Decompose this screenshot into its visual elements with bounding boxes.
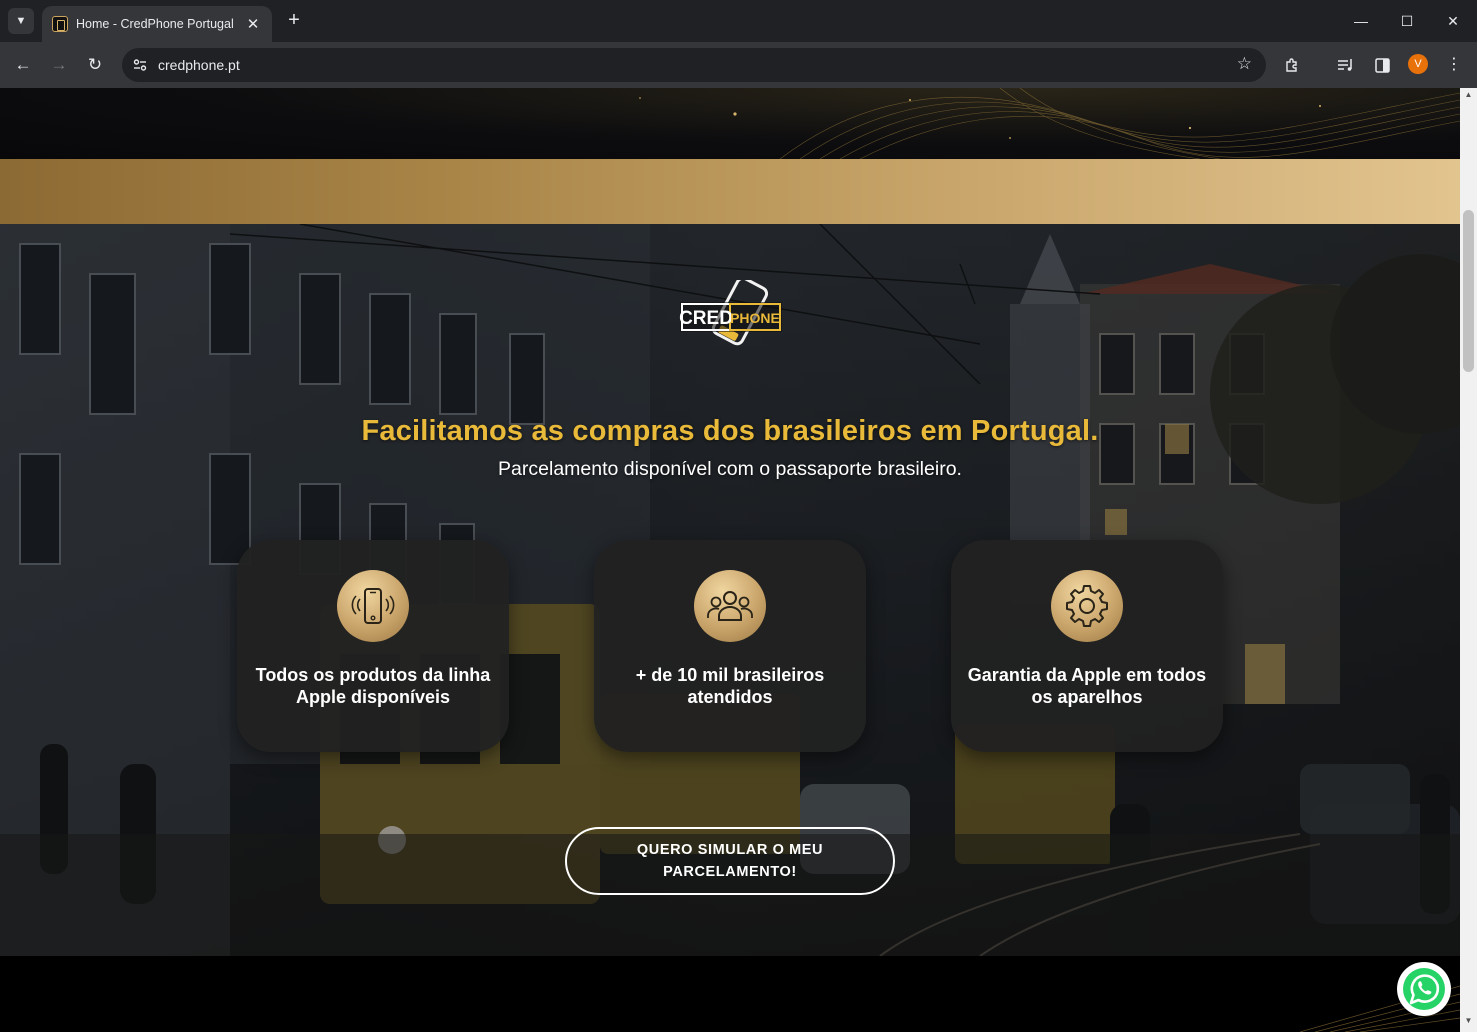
back-button[interactable]: ← (9, 51, 37, 79)
chevron-down-icon: ▼ (15, 15, 27, 27)
browser-tab-bar: ▼ Home - CredPhone Portugal ✕ + — ☐ ✕ (0, 0, 1477, 42)
url-text: credphone.pt (158, 57, 240, 73)
site-info-button[interactable] (130, 55, 150, 75)
users-group-icon (707, 591, 753, 621)
minimize-window-button[interactable]: — (1338, 6, 1384, 36)
forward-button[interactable]: → (45, 51, 73, 79)
feature-icon-badge (694, 570, 766, 642)
feature-card-apple-products: Todos os produtos da linha Apple disponí… (237, 540, 509, 752)
browser-toolbar: ← → ↻ credphone.pt ☆ V ⋮ (0, 42, 1477, 88)
browser-menu-button[interactable]: ⋮ (1442, 53, 1466, 77)
tab-title: Home - CredPhone Portugal (76, 17, 234, 31)
credphone-logo-icon: CRED PHONE (679, 276, 782, 346)
logo-cred-text: CRED (679, 308, 733, 329)
media-queue-icon (1338, 59, 1352, 71)
page-scrollbar[interactable]: ▲ ▼ (1460, 88, 1477, 1032)
golden-wave-decoration (639, 88, 1460, 159)
side-panel-button[interactable] (1370, 53, 1394, 77)
feature-icon-badge (337, 570, 409, 642)
reload-icon: ↻ (87, 55, 103, 74)
smartphone-icon (351, 588, 395, 624)
close-window-button[interactable]: ✕ (1430, 6, 1476, 36)
kebab-menu-icon: ⋮ (1446, 56, 1462, 73)
credphone-logo[interactable]: CRED PHONE (678, 276, 784, 358)
logo-phone-text: PHONE (730, 310, 780, 326)
extensions-button[interactable] (1280, 53, 1304, 77)
arrow-right-icon: → (50, 55, 68, 74)
feature-icon-badge (1051, 570, 1123, 642)
cta-label: QUERO SIMULAR O MEU PARCELAMENTO! (636, 842, 824, 880)
page-viewport: CRED PHONE Facilitamos as compras dos br… (0, 88, 1460, 1032)
hero-headline: Facilitamos as compras dos brasileiros e… (361, 415, 1099, 447)
close-tab-button[interactable]: ✕ (244, 15, 262, 33)
golden-lines-decoration (1299, 985, 1460, 1032)
whatsapp-chat-button[interactable] (1397, 962, 1451, 1016)
credphone-favicon-icon (52, 16, 68, 32)
feature-text: + de 10 mil brasileiros atendidos (635, 665, 825, 707)
side-panel-icon (1374, 57, 1390, 73)
profile-avatar[interactable]: V (1408, 54, 1428, 74)
tab-search-button[interactable]: ▼ (8, 8, 34, 34)
maximize-window-button[interactable]: ☐ (1384, 6, 1430, 36)
whatsapp-icon (1403, 968, 1445, 1010)
bookmark-star-button[interactable]: ☆ (1237, 54, 1252, 74)
dark-footer-section (0, 956, 1460, 1032)
puzzle-icon (1285, 57, 1297, 72)
scrollbar-thumb[interactable] (1463, 210, 1474, 372)
hero-dark-banner (0, 88, 1460, 159)
feature-card-apple-warranty: Garantia da Apple em todos os aparelhos (951, 540, 1223, 752)
reload-button[interactable]: ↻ (81, 51, 109, 79)
hero-subline: Parcelamento disponível com o passaporte… (498, 458, 962, 480)
scroll-up-arrow-icon[interactable]: ▲ (1460, 90, 1477, 104)
media-controls-button[interactable] (1334, 53, 1358, 77)
feature-text: Garantia da Apple em todos os aparelhos (967, 665, 1207, 707)
scroll-down-arrow-icon[interactable]: ▼ (1460, 1016, 1477, 1030)
browser-tab-active[interactable]: Home - CredPhone Portugal ✕ (42, 6, 272, 42)
arrow-left-icon: ← (14, 55, 32, 74)
tune-icon (133, 59, 147, 71)
simulate-installments-button[interactable]: QUERO SIMULAR O MEU PARCELAMENTO! (565, 827, 895, 895)
feature-card-customers-served: + de 10 mil brasileiros atendidos (594, 540, 866, 752)
gold-gradient-band (0, 159, 1460, 224)
address-bar[interactable]: credphone.pt ☆ (122, 48, 1266, 82)
gear-icon (1066, 585, 1108, 627)
feature-text: Todos os produtos da linha Apple disponí… (255, 665, 491, 707)
new-tab-button[interactable]: + (282, 9, 306, 33)
